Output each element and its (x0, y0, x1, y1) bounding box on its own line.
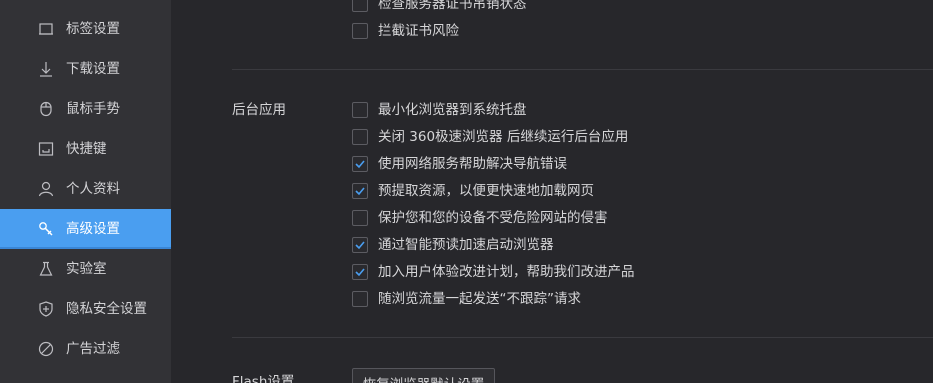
settings-sidebar: 标签设置 下载设置 鼠标手势 快捷键 个人资料 高级设置 实验室 隐私安全设置 … (0, 0, 171, 383)
checkbox[interactable] (352, 237, 368, 253)
sidebar-item-label: 广告过滤 (66, 341, 120, 357)
sidebar-item-profile[interactable]: 个人资料 (0, 169, 171, 209)
checkbox[interactable] (352, 102, 368, 118)
advanced-icon (37, 220, 55, 238)
option-label: 加入用户体验改进计划，帮助我们改进产品 (378, 264, 635, 280)
option-check-cert-revocation[interactable]: 检查服务器证书吊销状态 (352, 0, 527, 13)
sidebar-item-label: 个人资料 (66, 181, 120, 197)
option-label: 拦截证书风险 (378, 23, 459, 39)
sidebar-item-label: 实验室 (66, 261, 107, 277)
sidebar-item-lab[interactable]: 实验室 (0, 249, 171, 289)
sidebar-item-label: 标签设置 (66, 21, 120, 37)
shield-icon (37, 300, 55, 318)
option-label: 检查服务器证书吊销状态 (378, 0, 527, 12)
sidebar-item-label: 鼠标手势 (66, 101, 120, 117)
sidebar-item-ad-filter[interactable]: 广告过滤 (0, 329, 171, 369)
option-minimize-to-tray[interactable]: 最小化浏览器到系统托盘 (352, 101, 527, 119)
tab-icon (37, 20, 55, 38)
option-block-cert-risk[interactable]: 拦截证书风险 (352, 22, 459, 40)
mouse-icon (37, 100, 55, 118)
checkbox[interactable] (352, 156, 368, 172)
option-prefetch-resources[interactable]: 预提取资源，以便更快速地加载网页 (352, 182, 594, 200)
section-divider (232, 337, 933, 338)
sidebar-item-tabs[interactable]: 标签设置 (0, 9, 171, 49)
sidebar-item-advanced[interactable]: 高级设置 (0, 209, 171, 249)
sidebar-item-shortcuts[interactable]: 快捷键 (0, 129, 171, 169)
option-label: 使用网络服务帮助解决导航错误 (378, 156, 567, 172)
checkbox[interactable] (352, 264, 368, 280)
option-smart-preload[interactable]: 通过智能预读加速启动浏览器 (352, 236, 554, 254)
option-label: 关闭 360极速浏览器 后继续运行后台应用 (378, 129, 629, 145)
sidebar-item-label: 快捷键 (66, 141, 107, 157)
download-icon (37, 60, 55, 78)
reset-defaults-button[interactable]: 恢复浏览器默认设置 (352, 368, 495, 383)
option-ux-improvement[interactable]: 加入用户体验改进计划，帮助我们改进产品 (352, 263, 635, 281)
section-divider (232, 69, 933, 70)
option-label: 保护您和您的设备不受危险网站的侵害 (378, 210, 608, 226)
shortcut-icon (37, 140, 55, 158)
checkbox[interactable] (352, 210, 368, 226)
option-label: 最小化浏览器到系统托盘 (378, 102, 527, 118)
section-title-flash: Flash设置 (232, 374, 295, 383)
option-label: 预提取资源，以便更快速地加载网页 (378, 183, 594, 199)
settings-content: 检查服务器证书吊销状态 拦截证书风险 后台应用 最小化浏览器到系统托盘 关闭 3… (171, 0, 933, 383)
flask-icon (37, 260, 55, 278)
checkbox[interactable] (352, 0, 368, 12)
checkbox[interactable] (352, 23, 368, 39)
option-do-not-track[interactable]: 随浏览流量一起发送“不跟踪”请求 (352, 290, 581, 308)
option-label: 通过智能预读加速启动浏览器 (378, 237, 554, 253)
option-label: 随浏览流量一起发送“不跟踪”请求 (378, 291, 581, 307)
checkbox[interactable] (352, 183, 368, 199)
sidebar-item-label: 下载设置 (66, 61, 120, 77)
option-run-background-apps[interactable]: 关闭 360极速浏览器 后继续运行后台应用 (352, 128, 628, 146)
section-title-background-apps: 后台应用 (232, 102, 286, 118)
sidebar-item-download[interactable]: 下载设置 (0, 49, 171, 89)
sidebar-item-privacy[interactable]: 隐私安全设置 (0, 289, 171, 329)
sidebar-item-mouse-gestures[interactable]: 鼠标手势 (0, 89, 171, 129)
block-icon (37, 340, 55, 358)
option-safe-browsing[interactable]: 保护您和您的设备不受危险网站的侵害 (352, 209, 608, 227)
checkbox[interactable] (352, 291, 368, 307)
sidebar-item-label: 高级设置 (66, 221, 120, 237)
sidebar-item-label: 隐私安全设置 (66, 301, 147, 317)
user-icon (37, 180, 55, 198)
checkbox[interactable] (352, 129, 368, 145)
option-nav-error-service[interactable]: 使用网络服务帮助解决导航错误 (352, 155, 567, 173)
